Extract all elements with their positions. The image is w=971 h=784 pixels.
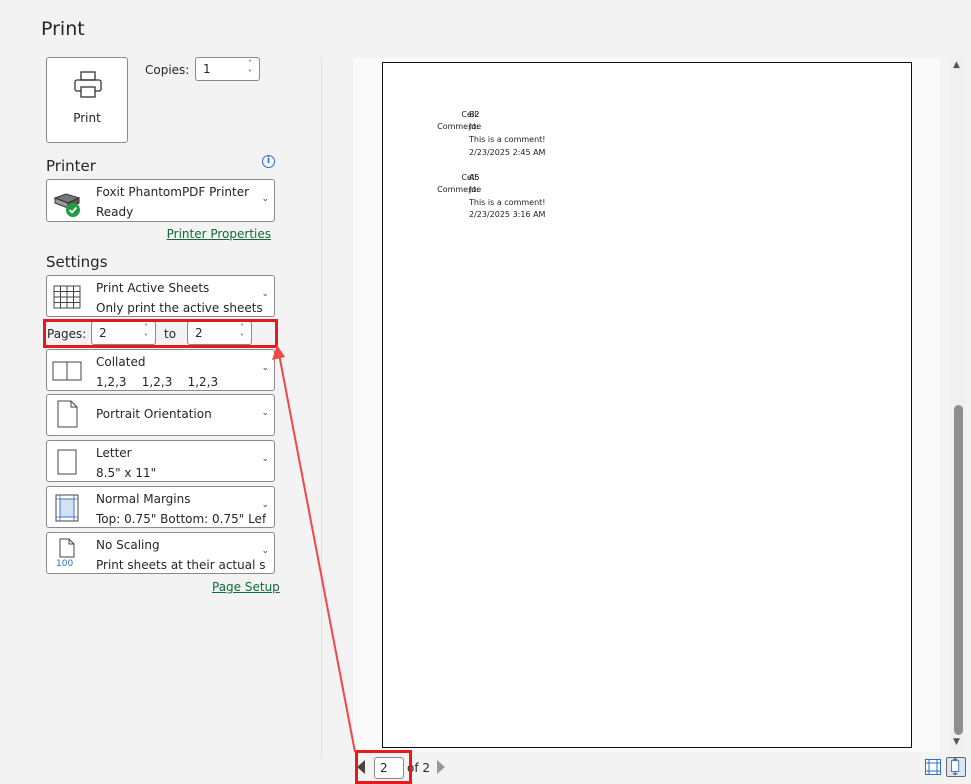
scaling-icon-text: 100 xyxy=(56,559,73,567)
chevron-down-icon: ⌄ xyxy=(261,500,269,510)
comment-cell-value: A5 xyxy=(469,173,480,182)
preview-page: Cell: B2 Comment: Joe This is a comment!… xyxy=(382,62,912,748)
settings-section-header: Settings xyxy=(46,253,108,271)
chevron-down-icon: ⌄ xyxy=(261,363,269,373)
copies-stepper[interactable]: 1 ˄ ˅ xyxy=(195,57,260,81)
comment-author: Joe xyxy=(469,122,482,131)
printer-icon xyxy=(74,71,102,98)
print-what-dropdown[interactable]: Print Active Sheets Only print the activ… xyxy=(46,275,275,317)
portrait-page-icon xyxy=(57,400,78,428)
print-button[interactable]: Print xyxy=(46,57,128,143)
comment-text: This is a comment! xyxy=(469,198,546,207)
page-nav-highlight-box xyxy=(355,750,412,784)
scaling-dropdown[interactable]: 100 No Scaling Print sheets at their act… xyxy=(46,532,275,574)
scroll-up-icon[interactable]: ▲ xyxy=(953,60,960,70)
show-margins-icon[interactable] xyxy=(924,758,942,776)
paper-size-icon xyxy=(57,449,77,475)
scrollbar-thumb[interactable] xyxy=(954,405,963,735)
next-page-icon[interactable] xyxy=(437,760,445,774)
copies-label: Copies: xyxy=(145,63,190,77)
scaling-icon: 100 xyxy=(56,538,75,567)
collated-icon xyxy=(52,361,82,381)
print-button-label: Print xyxy=(73,111,101,125)
paper-subtitle: 8.5" x 11" xyxy=(96,466,157,480)
comment-text: This is a comment! xyxy=(469,135,546,144)
margins-icon xyxy=(55,494,79,522)
panel-divider xyxy=(321,58,322,758)
collation-dropdown[interactable]: Collated 1,2,3 1,2,3 1,2,3 ⌄ xyxy=(46,349,275,391)
sheets-grid-icon xyxy=(53,285,81,309)
chevron-down-icon: ⌄ xyxy=(261,546,269,556)
stepper-arrows-icon[interactable]: ˄ ˅ xyxy=(245,59,255,79)
page-setup-link[interactable]: Page Setup xyxy=(212,580,280,594)
printer-section-header: Printer xyxy=(46,157,96,175)
zoom-page-icon xyxy=(951,757,960,776)
comment-label: Comment: xyxy=(437,122,479,131)
comment-author: Joe xyxy=(469,185,482,194)
margins-subtitle: Top: 0.75" Bottom: 0.75" Left:... xyxy=(96,512,266,526)
scaling-subtitle: Print sheets at their actual size xyxy=(96,558,266,572)
orientation-title: Portrait Orientation xyxy=(96,407,212,421)
chevron-down-icon: ⌄ xyxy=(261,408,269,418)
printer-ready-icon xyxy=(53,193,81,217)
printer-dropdown[interactable]: Foxit PhantomPDF Printer Ready ⌄ xyxy=(46,179,275,222)
copies-value: 1 xyxy=(203,62,211,76)
pages-highlight-box xyxy=(43,319,278,348)
comment-timestamp: 2/23/2025 2:45 AM xyxy=(469,148,546,157)
collated-title: Collated xyxy=(96,355,146,369)
scroll-down-icon[interactable]: ▼ xyxy=(953,737,960,747)
chevron-down-icon: ⌄ xyxy=(261,289,269,299)
info-icon[interactable]: i xyxy=(262,155,275,168)
comment-label: Comment: xyxy=(437,185,479,194)
scaling-title: No Scaling xyxy=(96,538,160,552)
collated-subtitle: 1,2,3 1,2,3 1,2,3 xyxy=(96,375,219,389)
comment-timestamp: 2/23/2025 3:16 AM xyxy=(469,210,546,219)
sheets-subtitle: Only print the active sheets xyxy=(96,301,263,315)
paper-title: Letter xyxy=(96,446,132,460)
orientation-dropdown[interactable]: Portrait Orientation ⌄ xyxy=(46,394,275,436)
margins-title: Normal Margins xyxy=(96,492,191,506)
comment-cell-value: B2 xyxy=(469,110,480,119)
page-title: Print xyxy=(41,18,85,40)
printer-properties-link[interactable]: Printer Properties xyxy=(167,227,271,241)
printer-name: Foxit PhantomPDF Printer xyxy=(96,185,250,199)
paper-size-dropdown[interactable]: Letter 8.5" x 11" ⌄ xyxy=(46,440,275,482)
sheets-title: Print Active Sheets xyxy=(96,281,210,295)
zoom-to-page-button[interactable] xyxy=(946,757,966,777)
margins-dropdown[interactable]: Normal Margins Top: 0.75" Bottom: 0.75" … xyxy=(46,486,275,528)
printer-status: Ready xyxy=(96,205,134,219)
chevron-down-icon: ⌄ xyxy=(261,454,269,464)
chevron-down-icon: ⌄ xyxy=(261,193,269,204)
